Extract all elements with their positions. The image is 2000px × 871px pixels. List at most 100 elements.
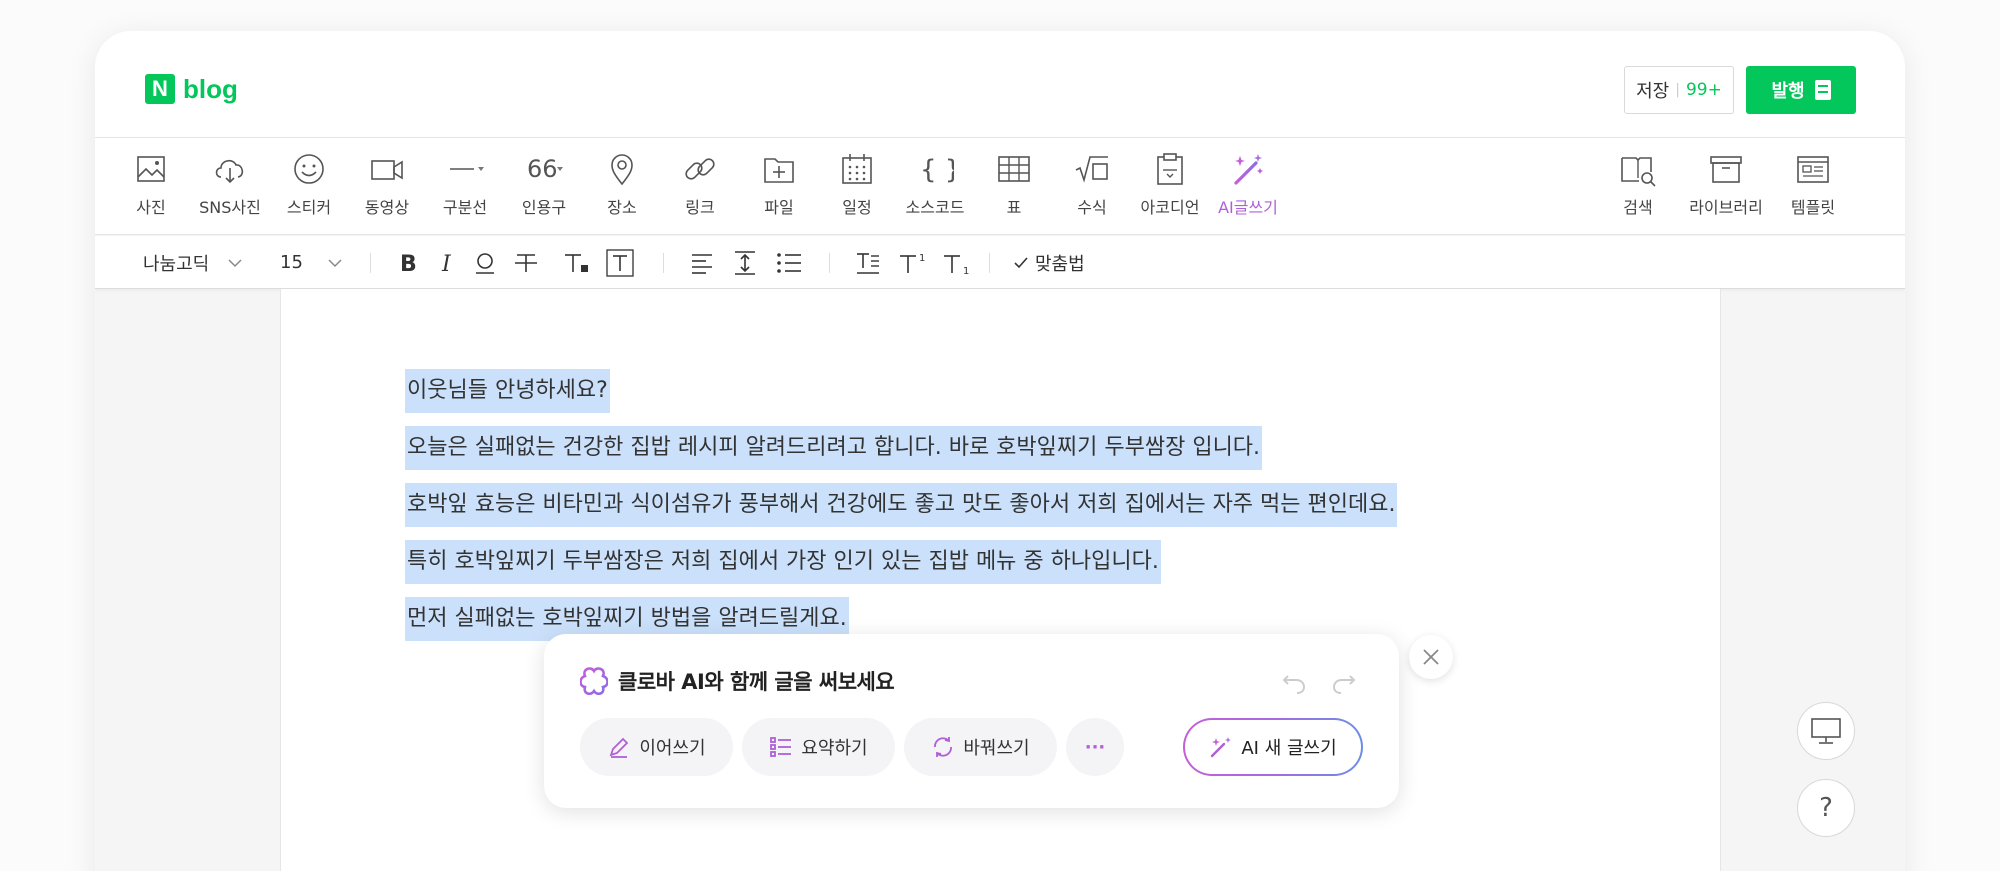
divider-icon	[450, 167, 484, 171]
table-icon	[998, 156, 1030, 182]
align-left-icon	[692, 253, 712, 274]
toolbar-photo[interactable]: 사진	[112, 150, 190, 222]
summarize-label: 요약하기	[801, 738, 868, 759]
rewrite-button[interactable]: 바꿔쓰기	[904, 718, 1057, 776]
toolbar-place-label: 장소	[607, 198, 637, 217]
paragraph[interactable]: 호박잎 효능은 비타민과 식이섬유가 풍부해서 건강에도 좋고 맛도 좋아서 저…	[405, 483, 1398, 527]
insert-toolbar: 사진 SNS사진 스티커 동영상 구분선 66 인용구 장소 링크 파일 일정 …	[95, 138, 1905, 235]
bold-button[interactable]: B	[399, 236, 421, 289]
continue-writing-button[interactable]: 이어쓰기	[580, 718, 733, 776]
paragraph[interactable]: 특히 호박잎찌기 두부쌈장은 저희 집에서 가장 인기 있는 집밥 메뉴 중 하…	[405, 540, 1161, 584]
location-pin-icon	[611, 154, 633, 186]
save-button[interactable]: 저장 | 99+	[1624, 66, 1734, 114]
toolbar-separator	[370, 253, 371, 273]
strikethrough-button[interactable]	[513, 236, 539, 289]
accordion-icon	[1157, 153, 1183, 185]
italic-icon: I	[441, 252, 452, 276]
blog-logo-text: blog	[183, 73, 238, 104]
subscript-button[interactable]: 1	[942, 236, 972, 289]
preview-button[interactable]	[1797, 702, 1855, 760]
toolbar-table[interactable]: 표	[975, 150, 1053, 222]
template-icon	[1797, 156, 1829, 183]
text-color-button[interactable]	[563, 236, 591, 289]
text-indent-icon	[857, 252, 879, 274]
clova-flower-icon	[580, 667, 608, 695]
toolbar-library[interactable]: 라이브러리	[1687, 150, 1765, 222]
underline-icon	[476, 252, 494, 274]
link-icon	[685, 158, 715, 180]
toolbar-place[interactable]: 장소	[583, 150, 661, 222]
continue-writing-label: 이어쓰기	[639, 738, 706, 759]
monitor-icon	[1811, 718, 1841, 744]
font-family-select[interactable]: 나눔고딕	[143, 236, 243, 289]
underline-button[interactable]	[473, 236, 497, 289]
line-height-button[interactable]	[733, 236, 757, 289]
toolbar-formula[interactable]: 수식	[1053, 150, 1131, 222]
text-color-icon	[565, 253, 588, 272]
ai-popup-title-text: 클로바 AI와 함께 글을 써보세요	[618, 670, 895, 694]
toolbar-link-label: 링크	[685, 198, 715, 217]
toolbar-sns-photo-label: SNS사진	[199, 198, 261, 217]
svg-text:{ }: { }	[920, 155, 954, 185]
ai-popup-title: 클로바 AI와 함께 글을 써보세요	[580, 666, 895, 696]
italic-button[interactable]: I	[439, 236, 461, 289]
toolbar-template[interactable]: 템플릿	[1774, 150, 1852, 222]
line-height-icon	[735, 250, 755, 275]
undo-icon[interactable]	[1280, 668, 1308, 696]
paragraph[interactable]: 오늘은 실패없는 건강한 집밥 레시피 알려드리려고 합니다. 바로 호박잎찌기…	[405, 426, 1263, 470]
toolbar-separator	[989, 253, 990, 273]
more-dots-icon: ···	[1084, 736, 1106, 758]
more-options-button[interactable]: ···	[1066, 718, 1124, 776]
redo-icon[interactable]	[1330, 668, 1358, 696]
toolbar-sns-photo[interactable]: SNS사진	[191, 150, 269, 222]
ai-new-writing-label: AI 새 글쓰기	[1241, 738, 1337, 759]
question-icon: ?	[1819, 793, 1833, 823]
svg-text:B: B	[400, 252, 417, 276]
toolbar-video[interactable]: 동영상	[348, 150, 426, 222]
toolbar-divider[interactable]: 구분선	[426, 150, 504, 222]
publish-button[interactable]: 발행	[1746, 66, 1856, 114]
close-icon	[1423, 649, 1439, 665]
list-button[interactable]	[776, 236, 802, 289]
chevron-down-icon	[228, 258, 242, 267]
naver-logo-mark: N	[145, 74, 175, 104]
list-icon	[770, 737, 792, 757]
toolbar-source-code[interactable]: { } 소스코드	[896, 150, 974, 222]
paragraph[interactable]: 이웃님들 안녕하세요?	[405, 369, 610, 413]
font-family-value: 나눔고딕	[143, 253, 210, 275]
check-icon	[1014, 256, 1028, 268]
library-box-icon	[1710, 156, 1742, 183]
photo-icon	[137, 156, 165, 182]
text-background-icon	[606, 248, 634, 277]
toolbar-accordion[interactable]: 아코디언	[1131, 150, 1209, 222]
help-button[interactable]: ?	[1797, 779, 1855, 837]
toolbar-search[interactable]: 검색	[1599, 150, 1677, 222]
save-count: 99+	[1685, 80, 1722, 100]
superscript-button[interactable]: 1	[898, 236, 928, 289]
chevron-down-icon	[328, 258, 342, 267]
text-background-button[interactable]	[606, 236, 634, 289]
align-button[interactable]	[690, 236, 714, 289]
toolbar-separator	[829, 253, 830, 273]
summarize-button[interactable]: 요약하기	[742, 718, 895, 776]
toolbar-accordion-label: 아코디언	[1140, 198, 1200, 217]
toolbar-divider-label: 구분선	[442, 198, 488, 217]
toolbar-quote[interactable]: 66 인용구	[505, 150, 583, 222]
toolbar-schedule[interactable]: 일정	[818, 150, 896, 222]
spellcheck-button[interactable]: 맞춤법	[1013, 236, 1085, 289]
svg-text:I: I	[441, 252, 452, 276]
toolbar-file[interactable]: 파일	[740, 150, 818, 222]
cloud-download-icon	[215, 159, 244, 184]
blog-logo[interactable]: N blog	[145, 74, 238, 104]
font-size-select[interactable]: 15	[280, 236, 343, 289]
toolbar-ai-write[interactable]: AI글쓰기	[1209, 150, 1287, 222]
ai-new-writing-button[interactable]: AI 새 글쓰기	[1183, 718, 1363, 776]
publish-label: 발행	[1771, 81, 1805, 102]
subscript-icon: 1	[944, 254, 969, 276]
quote-format-button[interactable]	[855, 236, 881, 289]
toolbar-link[interactable]: 링크	[661, 150, 739, 222]
toolbar-search-label: 검색	[1623, 198, 1653, 217]
font-size-value: 15	[280, 252, 303, 273]
ai-popup-close-button[interactable]	[1409, 635, 1453, 679]
toolbar-sticker[interactable]: 스티커	[270, 150, 348, 222]
